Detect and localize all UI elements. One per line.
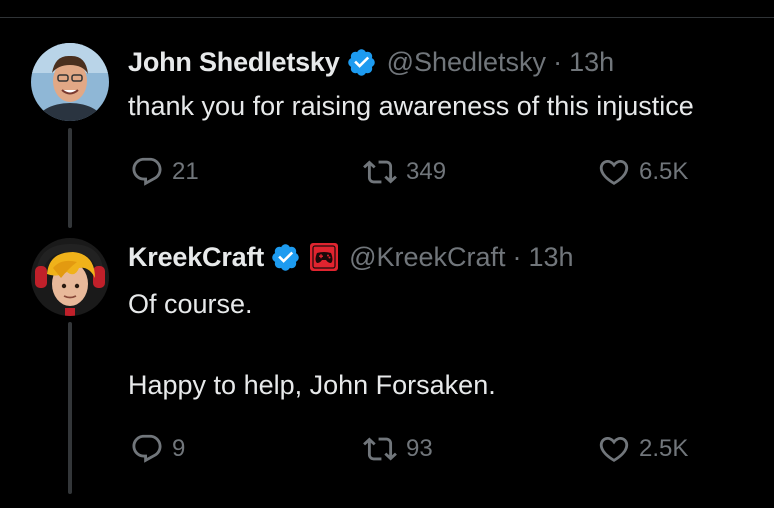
- verified-badge-icon[interactable]: [270, 242, 301, 273]
- like-count: 2.5K: [639, 435, 689, 462]
- thread-line: [68, 322, 72, 494]
- top-divider: [0, 17, 774, 18]
- reply-icon: [132, 157, 162, 186]
- tweet-text-line: Happy to help, John Forsaken.: [128, 370, 496, 400]
- retweet-count: 93: [406, 435, 433, 462]
- tweet-text-line: Of course.: [128, 289, 253, 319]
- retweet-icon: [363, 160, 397, 184]
- retweet-count: 349: [406, 158, 447, 185]
- tweet-header: John Shedletsky @Shedletsky · 13h: [128, 45, 614, 79]
- like-count: 6.5K: [639, 158, 689, 185]
- separator: ·: [512, 241, 522, 272]
- reply-count: 21: [172, 158, 199, 185]
- avatar[interactable]: [31, 43, 109, 121]
- retweet-button[interactable]: 93: [362, 432, 433, 466]
- retweet-icon: [363, 437, 397, 461]
- timestamp[interactable]: 13h: [529, 242, 574, 273]
- avatar[interactable]: [31, 238, 109, 316]
- handle[interactable]: @KreekCraft: [349, 242, 505, 273]
- timestamp[interactable]: 13h: [569, 47, 614, 78]
- reply-button[interactable]: 21: [130, 155, 199, 189]
- gamepad-icon[interactable]: [309, 242, 339, 272]
- thread-line: [68, 128, 72, 228]
- like-button[interactable]: 6.5K: [597, 155, 688, 189]
- retweet-button[interactable]: 349: [362, 155, 446, 189]
- reply-button[interactable]: 9: [130, 432, 185, 466]
- like-button[interactable]: 2.5K: [597, 432, 688, 466]
- verified-badge-icon[interactable]: [346, 47, 377, 78]
- tweet-header: KreekCraft @KreekCraft · 13h: [128, 240, 574, 274]
- tweet-text: thank you for raising awareness of this …: [128, 91, 694, 121]
- reply-icon: [132, 434, 162, 463]
- reply-count: 9: [172, 435, 186, 462]
- display-name[interactable]: KreekCraft: [128, 242, 264, 273]
- separator: ·: [553, 46, 563, 77]
- handle[interactable]: @Shedletsky: [387, 47, 546, 78]
- display-name[interactable]: John Shedletsky: [128, 47, 340, 78]
- heart-icon: [599, 159, 629, 185]
- heart-icon: [599, 436, 629, 462]
